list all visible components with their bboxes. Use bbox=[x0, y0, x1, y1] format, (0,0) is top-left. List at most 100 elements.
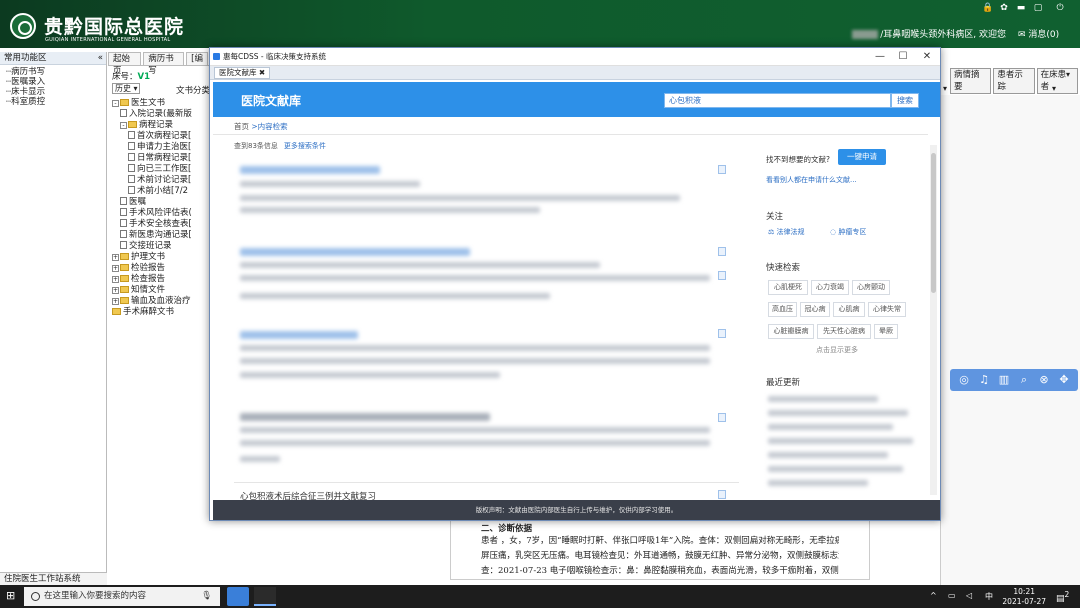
nav-item-record-writing[interactable]: ┈病历书写 bbox=[0, 67, 106, 77]
search-icon[interactable]: ⌕ bbox=[1017, 373, 1031, 387]
book-icon[interactable]: ▥ bbox=[997, 373, 1011, 387]
microphone-icon[interactable]: 🎙 bbox=[201, 587, 212, 606]
quick-tag[interactable]: 先天性心脏病 bbox=[817, 324, 871, 339]
volume-icon[interactable]: ◁ bbox=[966, 591, 972, 600]
tab-patient-tracking[interactable]: 患者示踪 bbox=[993, 68, 1035, 94]
search-result-item[interactable] bbox=[234, 328, 734, 388]
tree-node[interactable]: 术前讨论记录[ bbox=[112, 175, 208, 186]
more-search-conditions-link[interactable]: 更多搜索条件 bbox=[284, 142, 326, 150]
recent-item-redacted[interactable] bbox=[768, 480, 868, 486]
expand-toggle-icon[interactable]: + bbox=[112, 287, 119, 294]
search-result-item[interactable] bbox=[234, 245, 734, 305]
taskbar-clock[interactable]: 10:21 2021-07-27 bbox=[1002, 587, 1046, 607]
window-maximize-icon[interactable]: ☐ bbox=[891, 48, 915, 66]
recent-item-redacted[interactable] bbox=[768, 452, 888, 458]
expand-toggle-icon[interactable]: + bbox=[112, 254, 119, 261]
medical-record-document[interactable]: 二、诊断依据 患者 ，女，7岁，因“睡眠时打鼾、伴张口呼吸1年”入院。查体：双侧… bbox=[450, 520, 870, 580]
results-scrollbar[interactable] bbox=[930, 145, 937, 495]
lock-icon[interactable]: 🔒 bbox=[982, 3, 993, 13]
windows-start-icon[interactable]: ⊞ bbox=[6, 590, 18, 602]
show-more-link[interactable]: 点击显示更多 bbox=[816, 345, 858, 355]
search-button[interactable]: 搜索 bbox=[891, 93, 919, 108]
tree-node[interactable]: 入院记录(最新版 bbox=[112, 109, 208, 120]
download-icon[interactable] bbox=[718, 247, 726, 256]
tree-node[interactable]: 向已三工作医[ bbox=[112, 164, 208, 175]
right-panel-dropdown-icon-3[interactable]: ▾ bbox=[1052, 84, 1056, 93]
tree-node[interactable]: 医嘱 bbox=[112, 197, 208, 208]
recent-item-redacted[interactable] bbox=[768, 396, 878, 402]
download-icon[interactable] bbox=[718, 271, 726, 280]
download-icon[interactable] bbox=[718, 165, 726, 174]
download-icon[interactable] bbox=[718, 329, 726, 338]
download-icon[interactable] bbox=[718, 413, 726, 422]
quick-tag[interactable]: 心律失常 bbox=[868, 302, 906, 317]
nav-item-quality-control[interactable]: ┈科室质控 bbox=[0, 97, 106, 107]
tree-node[interactable]: 申请力主治医[ bbox=[112, 142, 208, 153]
tree-node[interactable]: 首次病程记录[ bbox=[112, 131, 208, 142]
recent-item-redacted[interactable] bbox=[768, 438, 913, 444]
search-input[interactable]: 心包积液 bbox=[664, 93, 891, 108]
window-close-icon[interactable]: ✕ bbox=[915, 48, 939, 66]
tab-start-page[interactable]: 起始页 bbox=[108, 52, 142, 76]
scrollbar-thumb[interactable] bbox=[931, 153, 936, 293]
nav-item-order-entry[interactable]: ┈医嘱录入 bbox=[0, 77, 106, 87]
ime-icon[interactable]: 中 bbox=[985, 591, 993, 602]
right-panel-dropdown-icon[interactable]: ▾ bbox=[1066, 70, 1070, 79]
tree-node[interactable]: + 检查报告 bbox=[112, 274, 208, 285]
tree-node[interactable]: - 医生文书 bbox=[112, 98, 208, 109]
quick-tag[interactable]: 高血压 bbox=[768, 302, 797, 317]
close-icon[interactable]: ⏻ bbox=[1055, 3, 1065, 13]
collapse-toggle-icon[interactable]: - bbox=[120, 122, 127, 129]
tab-condition-summary[interactable]: 病情摘要 bbox=[950, 68, 992, 94]
network-icon[interactable]: ▭ bbox=[948, 591, 956, 600]
download-icon[interactable] bbox=[718, 490, 726, 499]
minimize-icon[interactable]: ▬ bbox=[1016, 3, 1026, 13]
close-circle-icon[interactable]: ⊗ bbox=[1037, 373, 1051, 387]
tree-node[interactable]: + 知情文件 bbox=[112, 285, 208, 296]
quick-tag[interactable]: 心脏瓣膜病 bbox=[768, 324, 814, 339]
right-panel-dropdown-icon-2[interactable]: ▾ bbox=[943, 84, 947, 93]
quick-tag[interactable]: 心力衰竭 bbox=[811, 280, 849, 295]
tree-node[interactable]: 新医患沟通记录[ bbox=[112, 230, 208, 241]
tree-node[interactable]: 手术安全核查表[ bbox=[112, 219, 208, 230]
expand-toggle-icon[interactable]: + bbox=[112, 298, 119, 305]
expand-toggle-icon[interactable]: + bbox=[112, 265, 119, 272]
recent-item-redacted[interactable] bbox=[768, 410, 908, 416]
tree-node[interactable]: 交接班记录 bbox=[112, 241, 208, 252]
tab-edit[interactable]: [编 bbox=[186, 52, 208, 65]
quick-tag[interactable]: 心房颤动 bbox=[852, 280, 890, 295]
tree-node[interactable]: 手术风险评估表( bbox=[112, 208, 208, 219]
tree-node[interactable]: 日常病程记录[ bbox=[112, 153, 208, 164]
tree-node[interactable]: 术前小结[7/2 bbox=[112, 186, 208, 197]
apply-button[interactable]: 一键申请 bbox=[838, 149, 886, 165]
nav-item-bed-card[interactable]: ┈床卡显示 bbox=[0, 87, 106, 97]
quick-tag[interactable]: 冠心病 bbox=[800, 302, 830, 317]
recent-item-redacted[interactable] bbox=[768, 424, 893, 430]
notification-icon[interactable]: ▤2 bbox=[1056, 590, 1069, 604]
follow-law-link[interactable]: ⚖ 法律法规 bbox=[768, 227, 805, 237]
app-icon-his[interactable] bbox=[227, 587, 249, 606]
collapse-toggle-icon[interactable]: - bbox=[112, 100, 119, 107]
tree-node[interactable]: - 病程记录 bbox=[112, 120, 208, 131]
history-select[interactable]: 历史 ▾ bbox=[112, 83, 140, 94]
tree-node[interactable]: + 输血及血液治疗 bbox=[112, 296, 208, 307]
move-icon[interactable]: ✥ bbox=[1057, 373, 1071, 387]
window-minimize-icon[interactable]: — bbox=[868, 48, 892, 66]
maximize-icon[interactable]: ▢ bbox=[1033, 3, 1043, 13]
tree-node[interactable]: + 检验报告 bbox=[112, 263, 208, 274]
app-icon-cdss[interactable] bbox=[254, 587, 276, 606]
settings-icon[interactable]: ✿ bbox=[999, 3, 1009, 13]
tab-hospital-library[interactable]: 医院文献库 ✖ bbox=[214, 67, 271, 79]
quick-tag[interactable]: 晕厥 bbox=[874, 324, 898, 339]
breadcrumb-home[interactable]: 首页 bbox=[234, 122, 249, 131]
tree-node[interactable]: + 护理文书 bbox=[112, 252, 208, 263]
bell-icon[interactable]: ♫ bbox=[977, 373, 991, 387]
search-result-item[interactable] bbox=[234, 410, 734, 470]
tab-record-writing[interactable]: 病历书写 bbox=[143, 52, 185, 76]
collapse-icon[interactable]: « bbox=[98, 52, 103, 64]
recent-item-redacted[interactable] bbox=[768, 466, 903, 472]
taskbar-search-input[interactable]: 在这里输入你要搜索的内容 🎙 bbox=[24, 587, 220, 606]
quick-tag[interactable]: 心肌病 bbox=[833, 302, 865, 317]
tray-expand-icon[interactable]: ^ bbox=[930, 591, 937, 600]
follow-tumor-link[interactable]: ◌ 肿瘤专区 bbox=[830, 227, 866, 237]
